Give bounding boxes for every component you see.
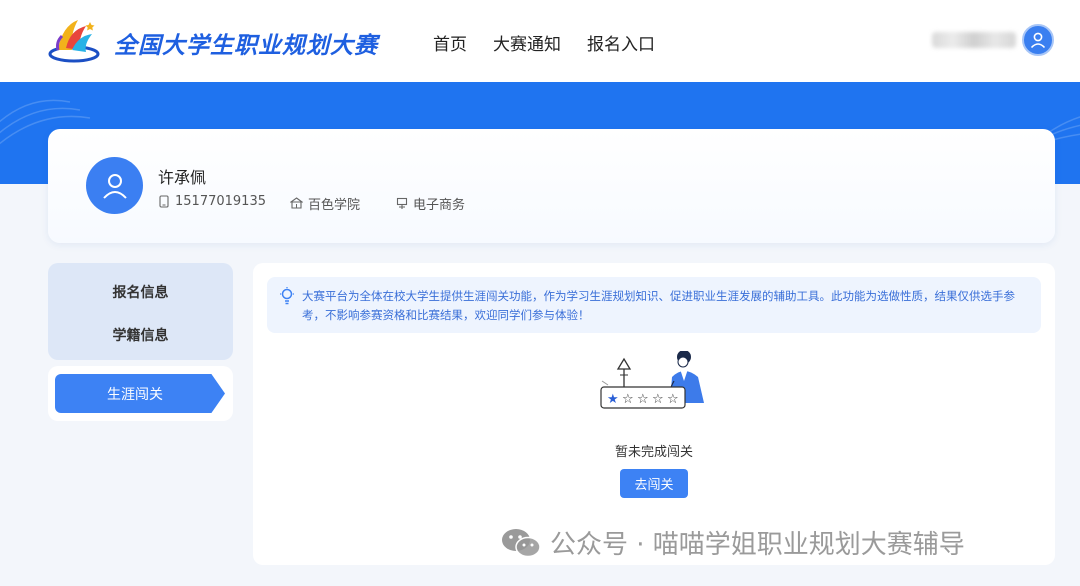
phone-icon [159,195,169,208]
svg-text:☆: ☆ [667,392,679,407]
user-avatar[interactable] [1022,24,1054,56]
start-challenge-button[interactable]: 去闯关 [620,469,688,498]
brand-title[interactable]: 全国大学生职业规划大赛 [114,26,378,60]
major-info: 电子商务 [396,194,465,213]
major-name: 电子商务 [413,198,466,213]
school-info: 百色学院 [290,194,360,213]
lightbulb-icon [279,287,295,309]
menu-student-status-info[interactable]: 学籍信息 [48,325,233,345]
blurred-username[interactable] [932,32,1016,48]
menu-registration-info[interactable]: 报名信息 [48,282,233,302]
phone-number: 15177019135 [175,194,266,209]
watermark-text: 公众号 · 喵喵学姐职业规划大赛辅导 [550,530,965,560]
side-menu-active-group: 生涯闯关 [48,366,233,421]
svg-text:☆: ☆ [622,392,634,407]
main-nav: 首页 大赛通知 报名入口 [433,30,655,55]
notice-text: 大赛平台为全体在校大学生提供生涯闯关功能，作为学习生涯规划知识、促进职业生涯发展… [302,289,1015,322]
career-challenge-panel: 大赛平台为全体在校大学生提供生涯闯关功能，作为学习生涯规划知识、促进职业生涯发展… [253,263,1055,565]
profile-card: 许承佩 15177019135 百色学院 电子商务 [48,129,1055,243]
nav-notices[interactable]: 大赛通知 [493,30,561,55]
svg-text:☆: ☆ [637,392,649,407]
svg-text:★: ★ [607,392,619,407]
svg-text:☆: ☆ [652,392,664,407]
nav-home[interactable]: 首页 [433,30,467,55]
profile-avatar [86,157,143,214]
student-name: 许承佩 [158,168,207,187]
user-icon [1030,32,1046,49]
wechat-watermark: 公众号 · 喵喵学姐职业规划大赛辅导 [500,524,965,561]
menu-career-challenge[interactable]: 生涯闯关 [55,374,225,413]
user-icon [102,173,127,199]
phone-info: 15177019135 [158,194,266,209]
side-menu: 报名信息 学籍信息 [48,263,233,360]
book-icon [396,197,408,209]
wechat-icon [502,528,541,557]
empty-state-text: 暂未完成闯关 [614,445,693,460]
school-icon [290,197,303,209]
competition-logo[interactable] [48,16,100,64]
top-header: 全国大学生职业规划大赛 首页 大赛通知 报名入口 [0,0,1080,82]
empty-state-illustration: ★ ☆ ☆ ☆ ☆ [598,350,713,425]
nav-registration[interactable]: 报名入口 [587,30,655,55]
school-name: 百色学院 [308,198,361,213]
notice-box: 大赛平台为全体在校大学生提供生涯闯关功能，作为学习生涯规划知识、促进职业生涯发展… [267,277,1041,333]
